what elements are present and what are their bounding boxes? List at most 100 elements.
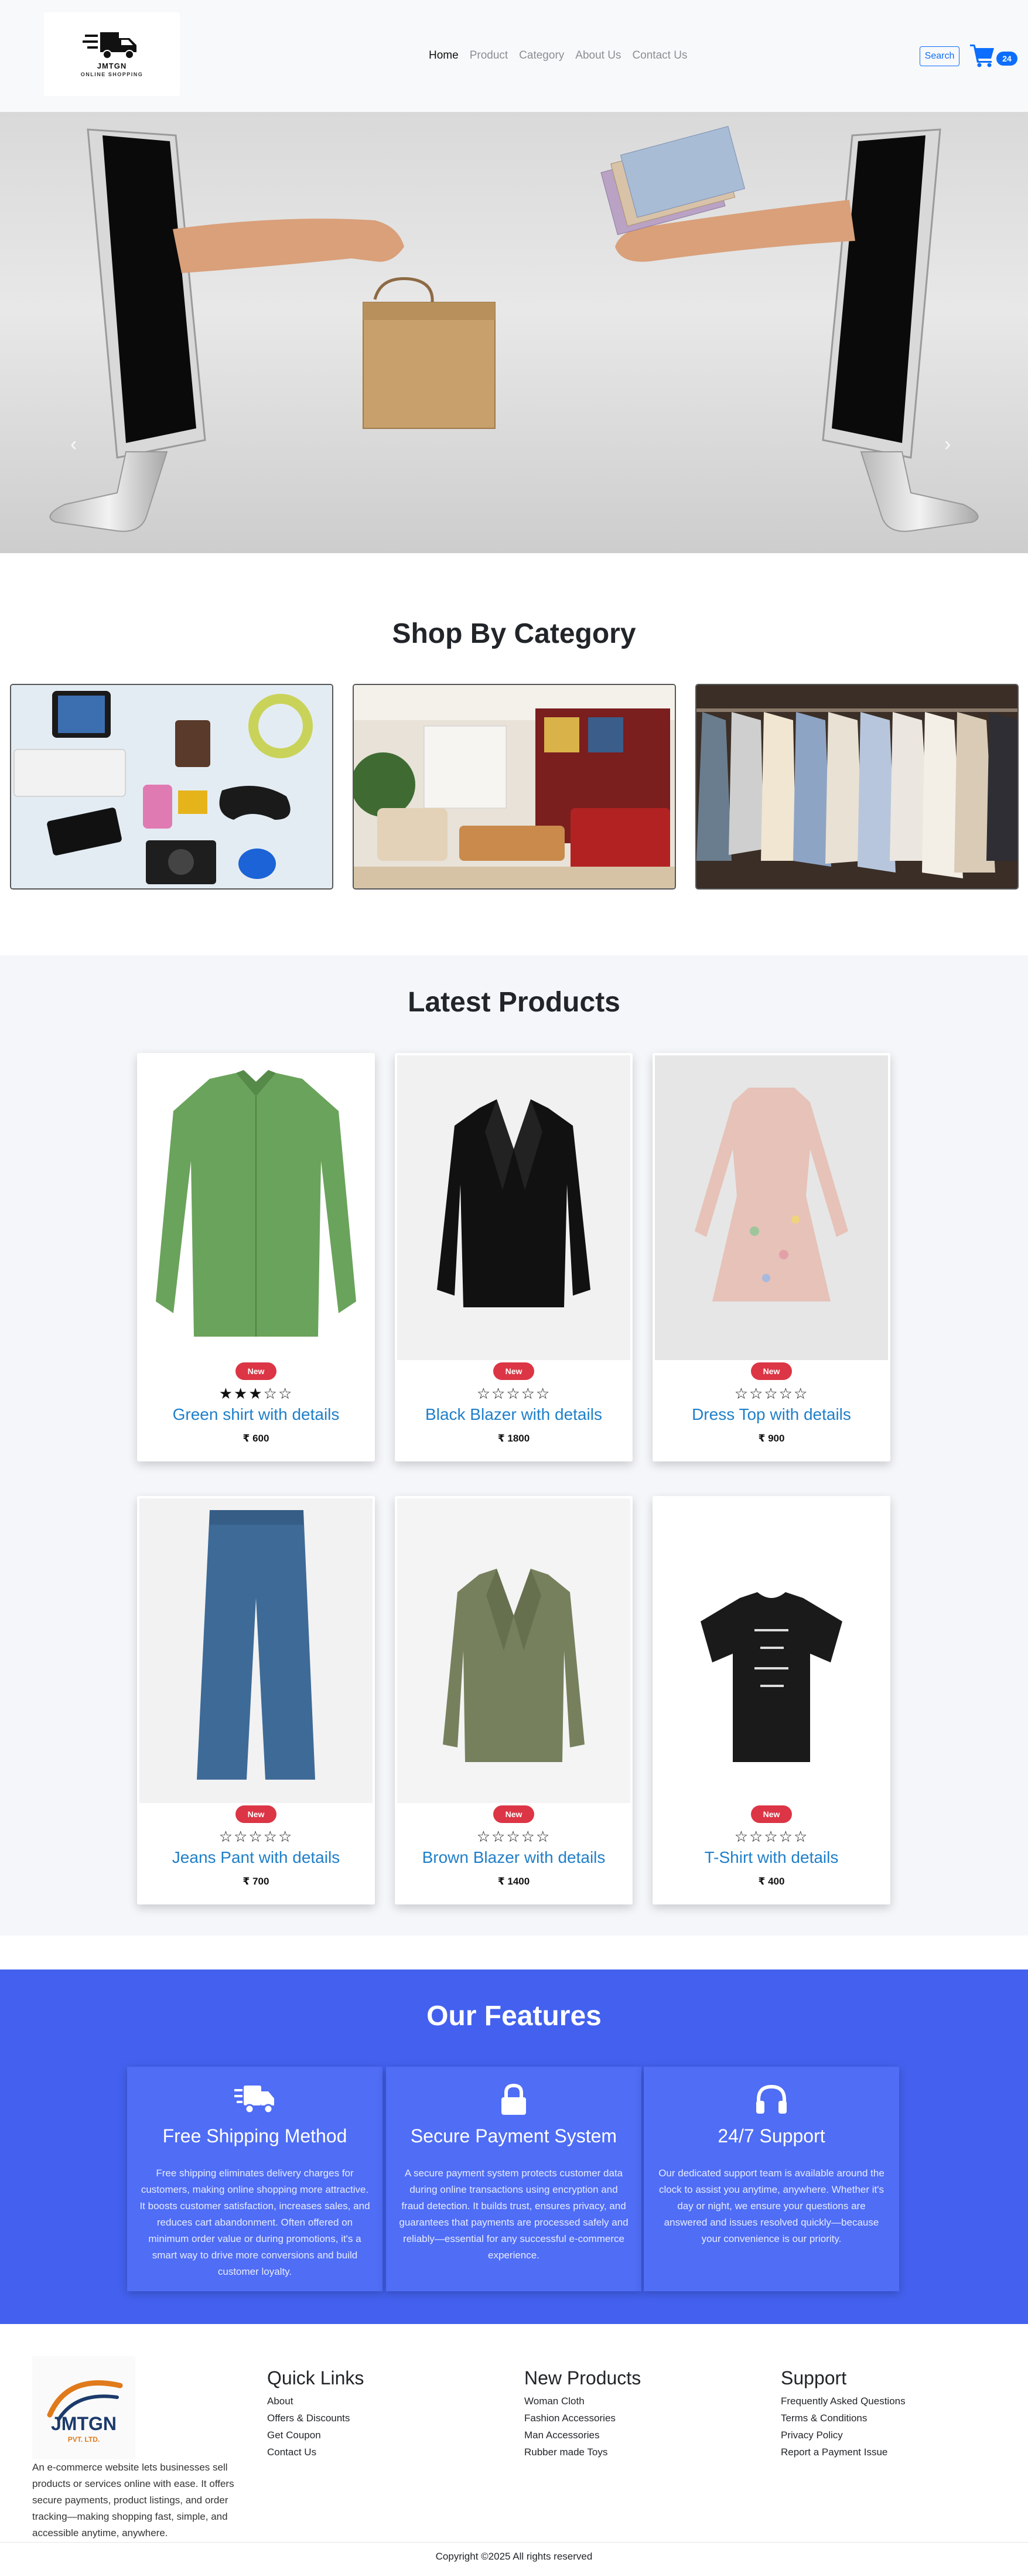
nav-link-product[interactable]: Product (470, 49, 508, 62)
footer-column-heading: New Products (524, 2367, 641, 2388)
product-price: ₹ 700 (243, 1876, 269, 1887)
footer-quick-links: Quick Links About Offers & Discounts Get… (267, 2367, 364, 2461)
footer-logo-subtext: PVT. LTD. (68, 2435, 100, 2444)
new-badge: New (235, 1362, 276, 1380)
product-name[interactable]: Jeans Pant with details (137, 1848, 375, 1867)
shipping-truck-icon (234, 2086, 274, 2114)
nav-link-contact-us[interactable]: Contact Us (632, 49, 687, 62)
star-rating: ☆☆☆☆☆ (476, 1385, 551, 1402)
shopping-cart-icon[interactable] (969, 42, 995, 68)
navbar: JMTGN ONLINE SHOPPING Home Product Categ… (0, 0, 1028, 112)
product-card[interactable]: New ☆☆☆☆☆ Black Blazer with details ₹ 18… (395, 1053, 633, 1461)
product-card[interactable]: New ☆☆☆☆☆ Dress Top with details ₹ 900 (653, 1053, 890, 1461)
new-badge: New (751, 1805, 792, 1823)
black-tshirt-image (655, 1498, 888, 1803)
green-shirt-image (139, 1055, 373, 1360)
black-blazer-image (397, 1055, 630, 1360)
product-card[interactable]: New ☆☆☆☆☆ T-Shirt with details ₹ 400 (653, 1496, 890, 1904)
product-card[interactable]: New ☆☆☆☆☆ Jeans Pant with details ₹ 700 (137, 1496, 375, 1904)
feature-heading: Secure Payment System (410, 2125, 617, 2146)
product-name[interactable]: Brown Blazer with details (395, 1848, 633, 1867)
features-title: Our Features (426, 2001, 602, 2032)
footer-divider (0, 2542, 1028, 2543)
product-name[interactable]: Green shirt with details (137, 1405, 375, 1424)
product-name[interactable]: T-Shirt with details (653, 1848, 890, 1867)
footer-logo[interactable]: JMTGN PVT. LTD. (32, 2356, 135, 2459)
footer-link-coupon[interactable]: Get Coupon (267, 2427, 364, 2444)
feature-card-payment: Secure Payment System A secure payment s… (386, 2067, 641, 2291)
star-rating: ☆☆☆☆☆ (734, 1828, 809, 1845)
floral-dress-image (655, 1055, 888, 1360)
product-card[interactable]: New ☆☆☆☆☆ Brown Blazer with details ₹ 14… (395, 1496, 633, 1904)
footer-link-report-payment[interactable]: Report a Payment Issue (781, 2444, 906, 2461)
category-section-title: Shop By Category (392, 618, 636, 649)
footer-link-woman-cloth[interactable]: Woman Cloth (524, 2393, 641, 2410)
footer-column-heading: Support (781, 2367, 847, 2388)
category-card-furniture[interactable] (353, 684, 676, 890)
footer-logo-image: JMTGN PVT. LTD. (47, 2380, 123, 2444)
footer-link-contact[interactable]: Contact Us (267, 2444, 364, 2461)
carousel-next-icon[interactable]: › (944, 433, 951, 456)
feature-card-shipping: Free Shipping Method Free shipping elimi… (127, 2067, 382, 2291)
product-price: ₹ 600 (243, 1433, 269, 1444)
product-price: ₹ 1800 (497, 1433, 530, 1444)
footer-link-fashion-accessories[interactable]: Fashion Accessories (524, 2410, 641, 2427)
footer-link-about[interactable]: About (267, 2393, 364, 2410)
product-name[interactable]: Black Blazer with details (395, 1405, 633, 1424)
latest-products-title: Latest Products (408, 987, 620, 1018)
carousel-prev-icon[interactable]: ‹ (70, 433, 77, 456)
star-rating: ★★★☆☆ (218, 1385, 293, 1402)
new-badge: New (493, 1805, 534, 1823)
lock-icon (501, 2083, 526, 2115)
footer-column-heading: Quick Links (267, 2367, 364, 2388)
jeans-pant-image (139, 1498, 373, 1803)
nav-link-home[interactable]: Home (429, 49, 459, 62)
product-price: ₹ 900 (758, 1433, 785, 1444)
olive-blazer-image (397, 1498, 630, 1803)
star-rating: ☆☆☆☆☆ (476, 1828, 551, 1845)
logo-brand-text: JMTGN (97, 62, 127, 70)
logo-tagline: ONLINE SHOPPING (80, 71, 144, 77)
footer-link-man-accessories[interactable]: Man Accessories (524, 2427, 641, 2444)
footer-link-faq[interactable]: Frequently Asked Questions (781, 2393, 906, 2410)
footer-logo-text: JMTGN (51, 2413, 117, 2434)
cart-count-badge: 24 (996, 52, 1017, 66)
footer-link-privacy[interactable]: Privacy Policy (781, 2427, 906, 2444)
headphones-icon (756, 2084, 787, 2114)
brand-logo[interactable]: JMTGN ONLINE SHOPPING (44, 12, 180, 96)
furniture-image (354, 685, 675, 888)
main-nav: Home Product Category About Us Contact U… (429, 49, 698, 62)
footer-support: Support Frequently Asked Questions Terms… (781, 2367, 906, 2461)
feature-card-support: 24/7 Support Our dedicated support team … (644, 2067, 899, 2291)
new-badge: New (751, 1362, 792, 1380)
copyright-text: Copyright ©2025 All rights reserved (435, 2551, 593, 2562)
product-card[interactable]: New ★★★☆☆ Green shirt with details ₹ 600 (137, 1053, 375, 1461)
star-rating: ☆☆☆☆☆ (734, 1385, 809, 1402)
new-badge: New (235, 1805, 276, 1823)
hero-carousel: ‹ › (0, 112, 1028, 553)
product-price: ₹ 400 (758, 1876, 785, 1887)
product-price: ₹ 1400 (497, 1876, 530, 1887)
nav-link-about-us[interactable]: About Us (575, 49, 621, 62)
footer-about-text: An e-commerce website lets businesses se… (32, 2462, 234, 2538)
search-button[interactable]: Search (920, 46, 959, 66)
new-badge: New (493, 1362, 534, 1380)
feature-heading: Free Shipping Method (162, 2125, 347, 2146)
clothing-rack-image (696, 685, 1017, 888)
feature-description: Free shipping eliminates delivery charge… (139, 2168, 370, 2277)
feature-description: Our dedicated support team is available … (658, 2168, 884, 2244)
category-card-clothing[interactable] (695, 684, 1019, 890)
feature-heading: 24/7 Support (718, 2125, 825, 2146)
nav-link-category[interactable]: Category (519, 49, 564, 62)
delivery-truck-logo-icon (83, 32, 136, 59)
footer-new-products: New Products Woman Cloth Fashion Accesso… (524, 2367, 641, 2461)
feature-description: A secure payment system protects custome… (399, 2168, 629, 2261)
star-rating: ☆☆☆☆☆ (218, 1828, 293, 1845)
footer-link-offers[interactable]: Offers & Discounts (267, 2410, 364, 2427)
electronics-image (11, 685, 332, 888)
footer-link-terms[interactable]: Terms & Conditions (781, 2410, 906, 2427)
product-name[interactable]: Dress Top with details (653, 1405, 890, 1424)
hero-online-shopping-image (49, 125, 979, 532)
category-card-electronics[interactable] (10, 684, 333, 890)
footer-link-toys[interactable]: Rubber made Toys (524, 2444, 641, 2461)
